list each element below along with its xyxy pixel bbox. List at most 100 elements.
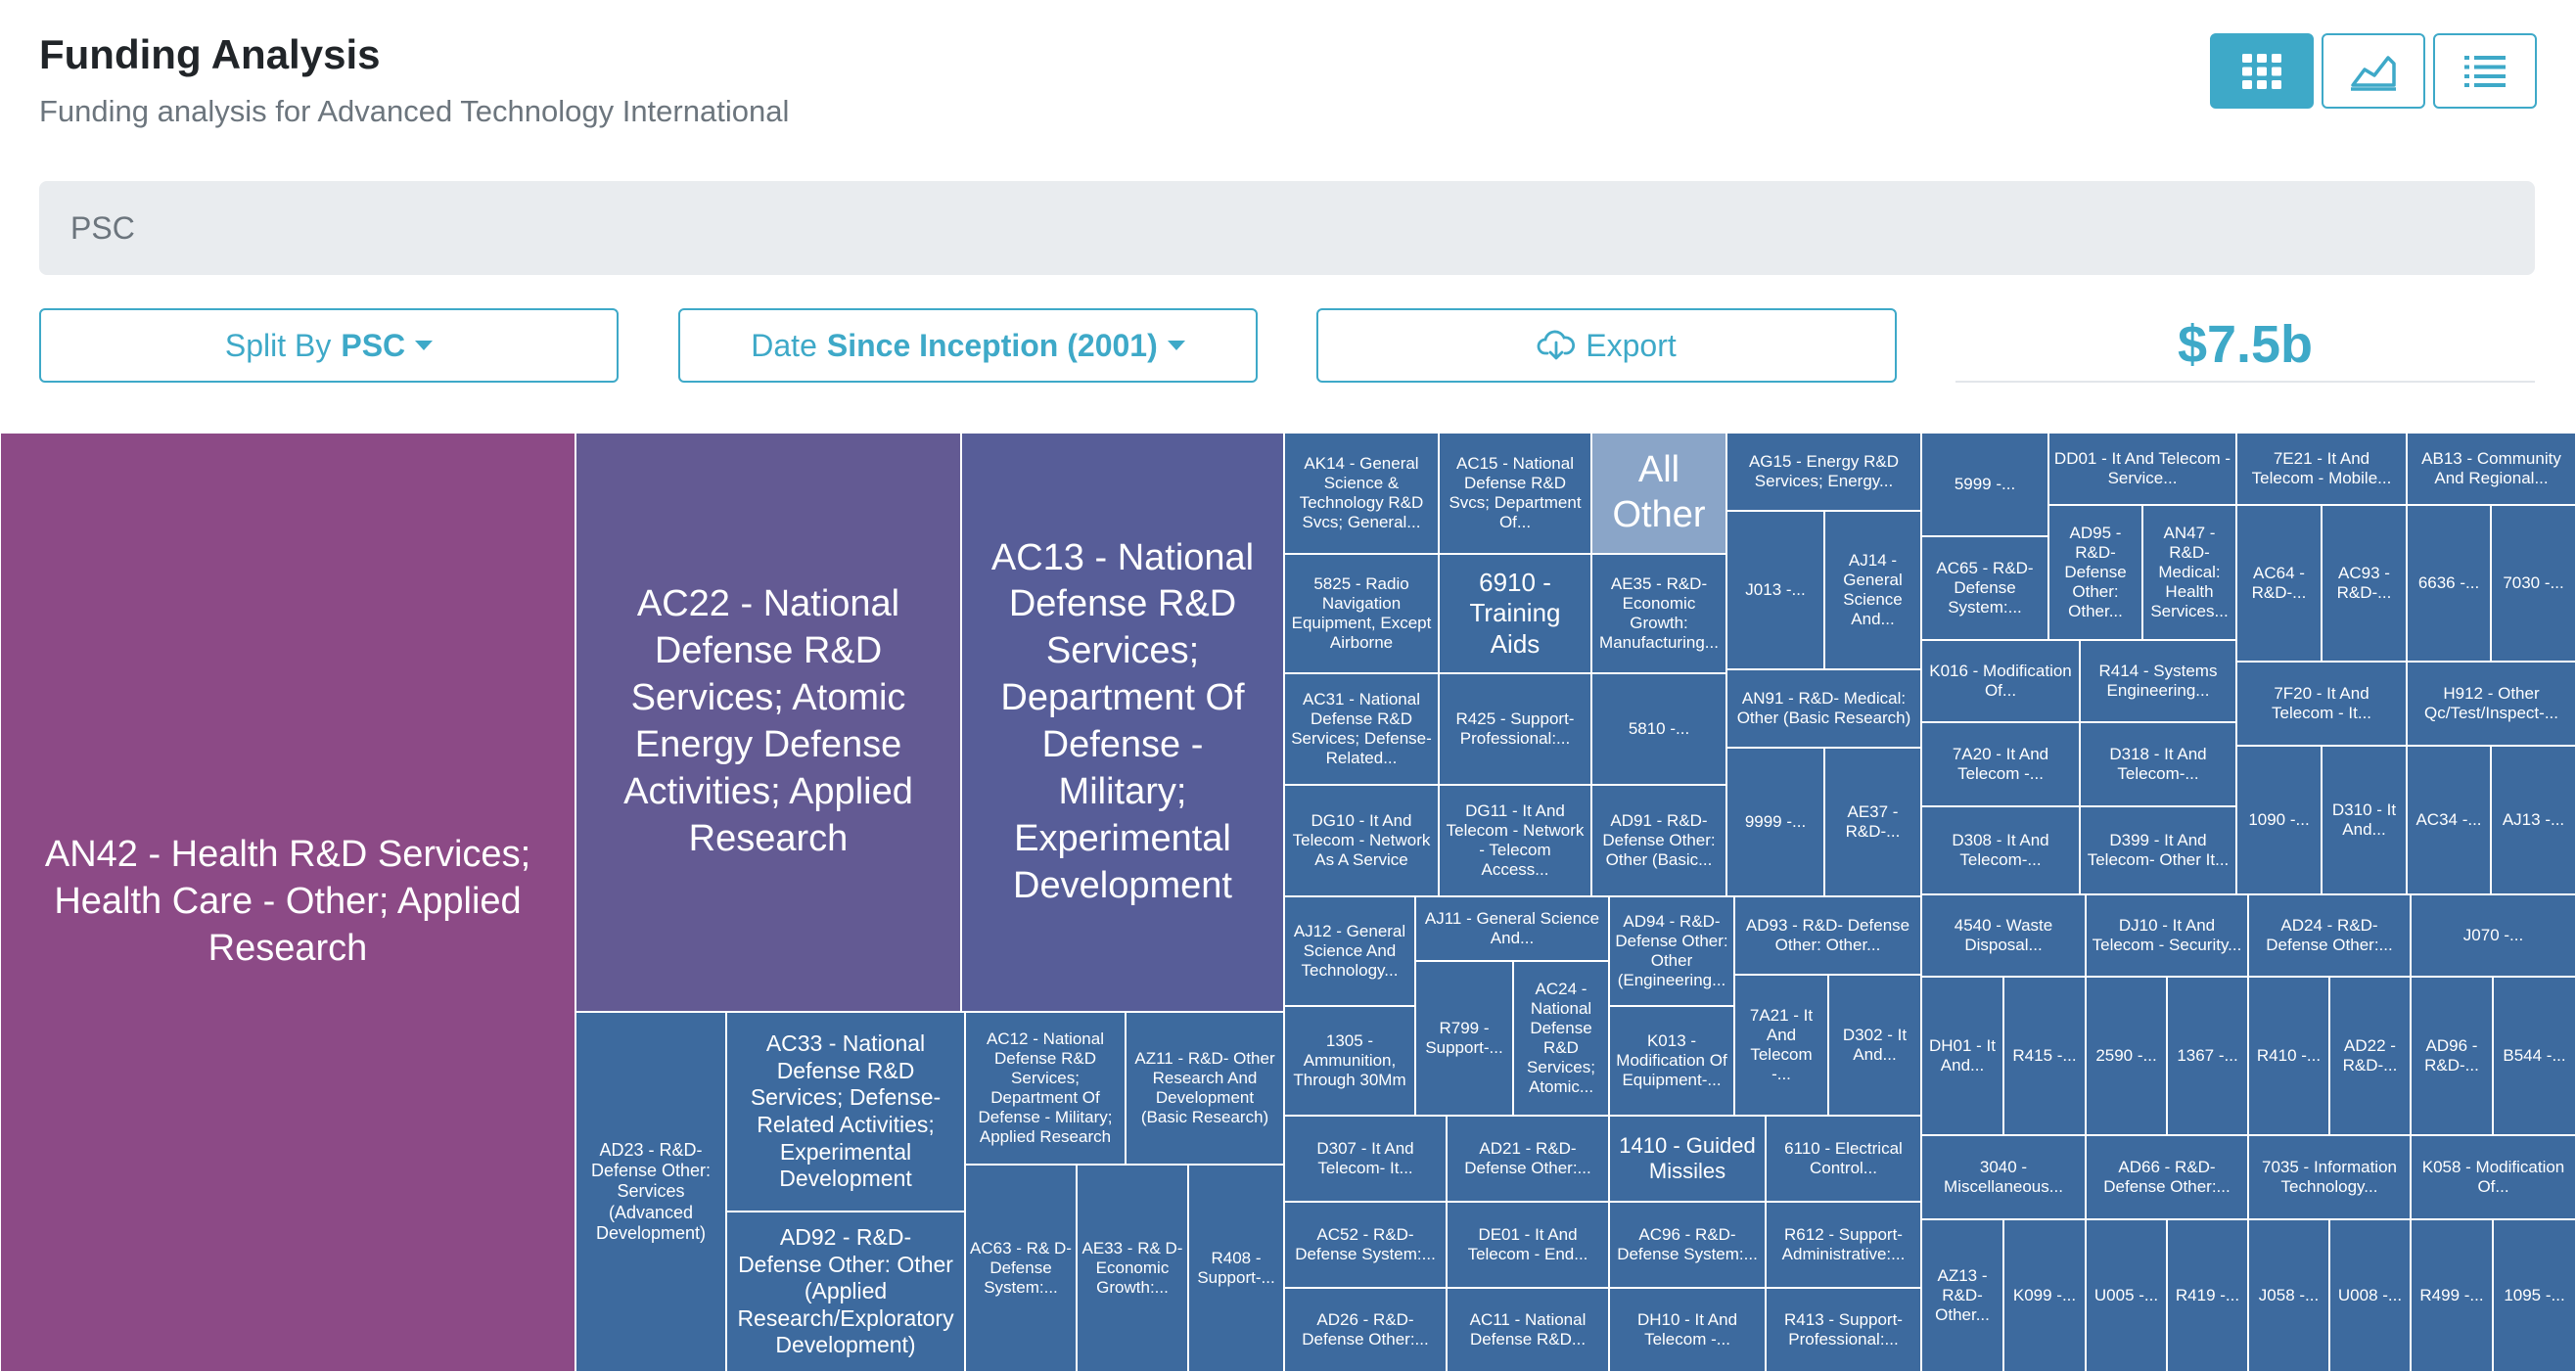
treemap-tile[interactable]: R499 -... [2411,1219,2493,1372]
treemap-tile[interactable]: AD21 - R&D- Defense Other:... [1447,1116,1609,1202]
treemap-tile[interactable]: AZ11 - R&D- Other Research And Developme… [1126,1012,1284,1165]
treemap-tile[interactable]: 1410 - Guided Missiles [1609,1116,1766,1202]
treemap-tile[interactable]: R414 - Systems Engineering... [2080,640,2236,722]
treemap-tile[interactable]: AC96 - R&D- Defense System:... [1609,1202,1766,1288]
treemap-tile[interactable]: AD96 - R&D-... [2411,977,2493,1135]
treemap-tile[interactable]: 5810 -... [1591,673,1726,785]
treemap-tile[interactable]: AD66 - R&D- Defense Other:... [2086,1135,2248,1219]
treemap-tile[interactable]: 7A21 - It And Telecom -... [1734,975,1828,1116]
treemap-tile[interactable]: R425 - Support- Professional:... [1439,673,1591,785]
treemap-tile[interactable]: J058 -... [2248,1219,2329,1372]
treemap-tile[interactable]: D310 - It And... [2322,746,2407,894]
treemap-tile[interactable]: 9999 -... [1726,748,1824,896]
treemap-tile[interactable]: 5825 - Radio Navigation Equipment, Excep… [1284,554,1439,673]
treemap-tile[interactable]: DH10 - It And Telecom -... [1609,1288,1766,1372]
treemap-tile[interactable]: AD23 - R&D- Defense Other: Services (Adv… [575,1012,726,1372]
treemap-tile[interactable]: AK14 - General Science & Technology R&D … [1284,433,1439,554]
treemap-tile[interactable]: D318 - It And Telecom-... [2080,722,2236,806]
treemap-tile[interactable]: U008 -... [2329,1219,2411,1372]
treemap-tile[interactable]: DG11 - It And Telecom - Network - Teleco… [1439,785,1591,896]
treemap-tile[interactable]: AE33 - R& D- Economic Growth:... [1077,1165,1188,1372]
treemap-tile[interactable]: AC24 - National Defense R&D Services; At… [1513,961,1609,1116]
treemap-tile[interactable]: D399 - It And Telecom- Other It... [2080,806,2236,894]
treemap-tile[interactable]: K016 - Modification Of... [1921,640,2080,722]
treemap-tile[interactable]: AJ13 -... [2491,746,2576,894]
treemap-tile[interactable]: AC15 - National Defense R&D Svcs; Depart… [1439,433,1591,554]
search-input[interactable]: PSC [39,181,2535,275]
treemap-tile[interactable]: AE37 - R&D-... [1824,748,1921,896]
treemap-tile[interactable]: 6636 -... [2407,505,2491,662]
treemap-tile[interactable]: R413 - Support- Professional:... [1766,1288,1921,1372]
treemap-tile[interactable]: DH01 - It And... [1921,977,2003,1135]
treemap-tile[interactable]: 2590 -... [2086,977,2167,1135]
treemap-tile[interactable]: 6110 - Electrical Control... [1766,1116,1921,1202]
treemap-tile[interactable]: AC12 - National Defense R&D Services; De… [965,1012,1126,1165]
treemap-tile[interactable]: AD91 - R&D- Defense Other: Other (Basic.… [1591,785,1726,896]
treemap-tile[interactable]: U005 -... [2086,1219,2167,1372]
treemap-tile[interactable]: R612 - Support- Administrative:... [1766,1202,1921,1288]
export-button[interactable]: Export [1316,308,1897,383]
treemap-tile[interactable]: AJ14 - General Science And... [1824,511,1921,669]
treemap-tile[interactable]: R799 - Support-... [1415,961,1513,1116]
chart-view-button[interactable] [2322,33,2425,109]
treemap-tile[interactable]: 1305 - Ammunition, Through 30Mm [1284,1006,1415,1116]
treemap-tile[interactable]: AJ12 - General Science And Technology... [1284,896,1415,1006]
treemap-tile[interactable]: 7035 - Information Technology... [2248,1135,2411,1219]
treemap-tile[interactable]: AC63 - R& D- Defense System:... [965,1165,1077,1372]
treemap-tile[interactable]: 7A20 - It And Telecom -... [1921,722,2080,806]
treemap-tile[interactable]: AC22 - National Defense R&D Services; At… [575,433,961,1012]
treemap-tile[interactable]: B544 -... [2493,977,2576,1135]
treemap-tile[interactable]: 4540 - Waste Disposal... [1921,894,2086,977]
treemap-tile[interactable]: AZ13 - R&D- Other... [1921,1219,2003,1372]
treemap-tile[interactable]: AC33 - National Defense R&D Services; De… [726,1012,965,1212]
treemap-tile[interactable]: AC13 - National Defense R&D Services; De… [961,433,1284,1012]
treemap-tile[interactable]: AC52 - R&D- Defense System:... [1284,1202,1447,1288]
treemap-tile[interactable]: AD92 - R&D- Defense Other: Other (Applie… [726,1212,965,1372]
treemap-tile[interactable]: J070 -... [2411,894,2576,977]
treemap-tile[interactable]: J013 -... [1726,511,1824,669]
treemap-tile[interactable]: 1367 -... [2167,977,2248,1135]
treemap-tile[interactable]: 7F20 - It And Telecom - It... [2236,662,2407,746]
date-dropdown[interactable]: Date Since Inception (2001) [678,308,1258,383]
treemap-tile[interactable]: AN42 - Health R&D Services; Health Care … [0,433,575,1372]
treemap-tile[interactable]: DJ10 - It And Telecom - Security... [2086,894,2248,977]
treemap-tile[interactable]: K099 -... [2003,1219,2086,1372]
treemap-tile[interactable]: DD01 - It And Telecom - Service... [2048,433,2236,505]
treemap-tile[interactable]: AD94 - R&D- Defense Other: Other (Engine… [1609,896,1734,1006]
treemap-tile[interactable]: 1090 -... [2236,746,2322,894]
treemap-tile[interactable]: D307 - It And Telecom- It... [1284,1116,1447,1202]
treemap-tile[interactable]: AC65 - R&D- Defense System:... [1921,536,2048,640]
treemap-tile[interactable]: 6910 - Training Aids [1439,554,1591,673]
treemap-tile[interactable]: 7030 -... [2491,505,2576,662]
treemap-tile[interactable]: AN47 - R&D- Medical: Health Services... [2142,505,2236,640]
treemap-tile[interactable]: R410 -... [2248,977,2329,1135]
treemap-tile[interactable]: 1095 -... [2493,1219,2576,1372]
treemap-tile[interactable]: AG15 - Energy R&D Services; Energy... [1726,433,1921,511]
treemap-view-button[interactable] [2210,33,2314,109]
treemap-tile[interactable]: R415 -... [2003,977,2086,1135]
split-by-dropdown[interactable]: Split By PSC [39,308,619,383]
treemap-tile[interactable]: K013 - Modification Of Equipment-... [1609,1006,1734,1116]
treemap-tile[interactable]: AD95 - R&D- Defense Other: Other... [2048,505,2142,640]
treemap-tile[interactable]: 7E21 - It And Telecom - Mobile... [2236,433,2407,505]
treemap-tile[interactable]: AJ11 - General Science And... [1415,896,1609,961]
treemap-tile[interactable]: AD22 - R&D-... [2329,977,2411,1135]
treemap-tile[interactable]: AC34 -... [2407,746,2491,894]
treemap-tile[interactable]: H912 - Other Qc/Test/Inspect-... [2407,662,2576,746]
treemap-tile[interactable]: AB13 - Community And Regional... [2407,433,2576,505]
list-view-button[interactable] [2433,33,2537,109]
treemap-tile[interactable]: AC31 - National Defense R&D Services; De… [1284,673,1439,785]
treemap-tile-all-other[interactable]: All Other [1591,433,1726,554]
treemap-tile[interactable]: AC11 - National Defense R&D... [1447,1288,1609,1372]
treemap-tile[interactable]: DE01 - It And Telecom - End... [1447,1202,1609,1288]
treemap-tile[interactable]: AE35 - R&D- Economic Growth: Manufacturi… [1591,554,1726,673]
treemap-tile[interactable]: AD24 - R&D- Defense Other:... [2248,894,2411,977]
treemap-tile[interactable]: R408 - Support-... [1188,1165,1284,1372]
treemap-tile[interactable]: AN91 - R&D- Medical: Other (Basic Resear… [1726,669,1921,748]
treemap-tile[interactable]: K058 - Modification Of... [2411,1135,2576,1219]
treemap-tile[interactable]: DG10 - It And Telecom - Network As A Ser… [1284,785,1439,896]
treemap-tile[interactable]: AD26 - R&D- Defense Other:... [1284,1288,1447,1372]
treemap-tile[interactable]: 3040 - Miscellaneous... [1921,1135,2086,1219]
treemap-tile[interactable]: AC93 - R&D-... [2322,505,2407,662]
treemap-tile[interactable]: AD93 - R&D- Defense Other: Other... [1734,896,1921,975]
